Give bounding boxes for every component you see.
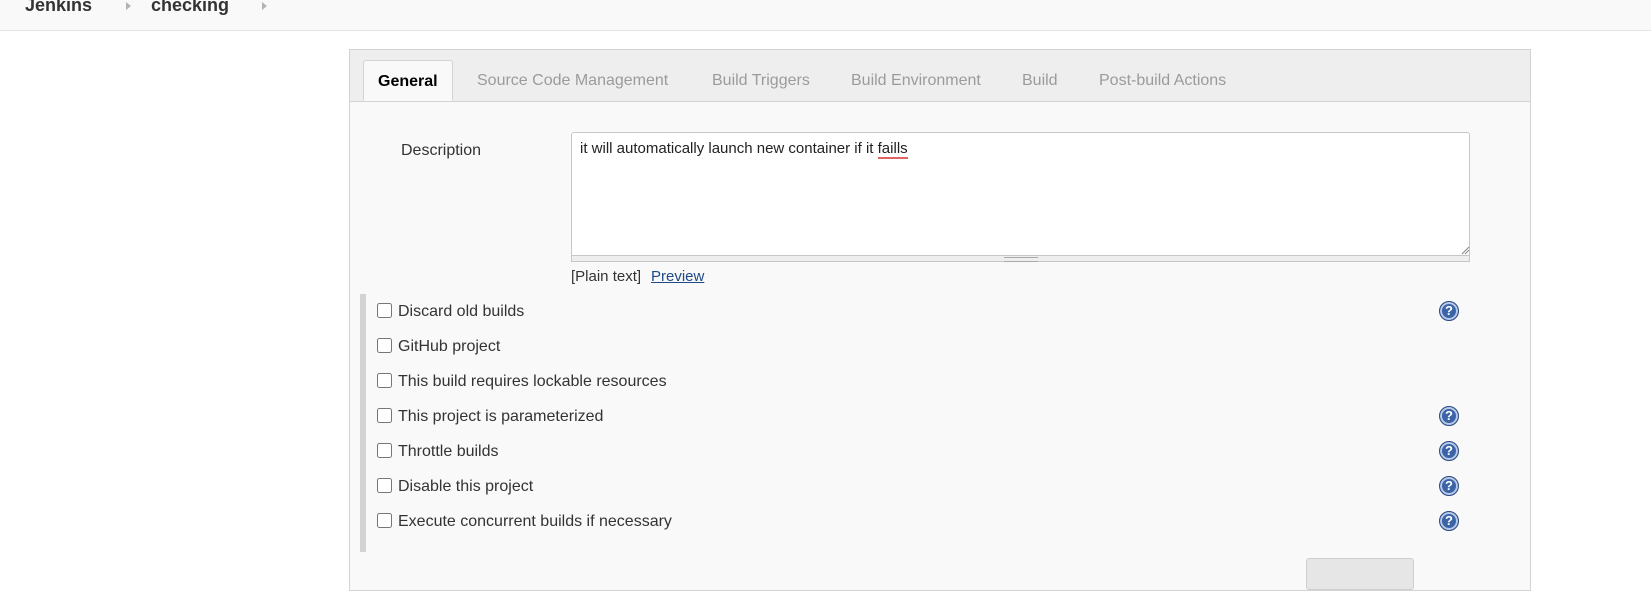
help-icon[interactable]: ? (1439, 441, 1459, 461)
throttle-builds-label: Throttle builds (398, 443, 499, 460)
tab-bar: General Source Code Management Build Tri… (350, 50, 1530, 102)
concurrent-builds-label: Execute concurrent builds if necessary (398, 513, 672, 530)
description-text: it will automatically launch new contain… (580, 140, 878, 157)
misspelled-word: faills (877, 140, 908, 159)
tab-build-triggers[interactable]: Build Triggers (712, 72, 810, 90)
description-textarea[interactable]: it will automatically launch new contain… (571, 132, 1470, 256)
markup-format-label: [Plain text] (571, 268, 642, 285)
breadcrumb-item-job[interactable]: checking (151, 0, 229, 16)
chevron-right-icon (126, 2, 131, 10)
textarea-resize-handle[interactable] (571, 256, 1470, 262)
tab-source-code-management[interactable]: Source Code Management (477, 72, 668, 90)
chevron-right-icon[interactable] (262, 2, 267, 10)
parameterized-checkbox[interactable] (377, 408, 392, 423)
breadcrumb-item-jenkins[interactable]: Jenkins (25, 0, 92, 16)
disable-project-checkbox[interactable] (377, 478, 392, 493)
resize-grip-icon[interactable] (1460, 245, 1470, 255)
drag-grip-icon (1004, 257, 1038, 262)
discard-old-builds-label: Discard old builds (398, 303, 525, 320)
github-project-label: GitHub project (398, 338, 501, 355)
throttle-builds-checkbox[interactable] (377, 443, 392, 458)
advanced-button[interactable] (1306, 558, 1414, 590)
description-label: Description (401, 142, 482, 159)
tab-general[interactable]: General (363, 60, 453, 101)
parameterized-label: This project is parameterized (398, 408, 604, 425)
tab-build[interactable]: Build (1022, 72, 1058, 90)
config-panel: General Source Code Management Build Tri… (349, 49, 1531, 591)
help-icon[interactable]: ? (1439, 476, 1459, 496)
help-icon[interactable]: ? (1439, 406, 1459, 426)
lockable-resources-checkbox[interactable] (377, 373, 392, 388)
help-icon[interactable]: ? (1439, 301, 1459, 321)
help-icon[interactable]: ? (1439, 511, 1459, 531)
lockable-resources-label: This build requires lockable resources (398, 373, 667, 390)
disable-project-label: Disable this project (398, 478, 534, 495)
options-section-bar (360, 294, 366, 552)
breadcrumb: Jenkins checking (0, 0, 1651, 31)
tab-post-build-actions[interactable]: Post-build Actions (1099, 72, 1226, 90)
github-project-checkbox[interactable] (377, 338, 392, 353)
concurrent-builds-checkbox[interactable] (377, 513, 392, 528)
tab-build-environment[interactable]: Build Environment (851, 72, 981, 90)
preview-link[interactable]: Preview (651, 268, 704, 285)
discard-old-builds-checkbox[interactable] (377, 303, 392, 318)
